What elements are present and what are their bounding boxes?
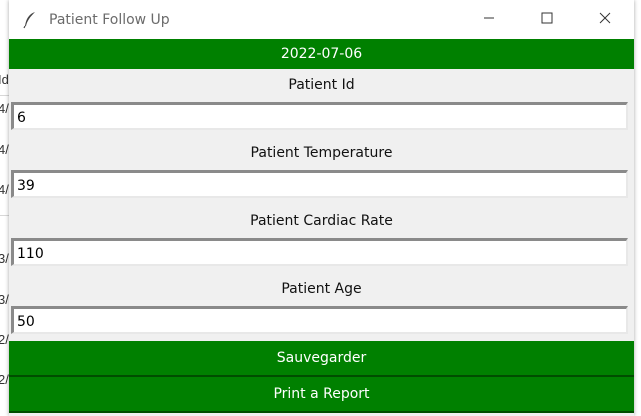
divider [0, 215, 9, 216]
background-text-fragment: 3/ [0, 251, 9, 266]
print-report-button[interactable]: Print a Report [9, 377, 634, 413]
background-text-fragment: 2/ [0, 372, 9, 387]
patient-age-input[interactable]: 50 [11, 306, 628, 334]
window-controls [460, 0, 634, 39]
title-bar[interactable]: Patient Follow Up [9, 0, 634, 39]
close-button[interactable] [576, 0, 634, 39]
minimize-button[interactable] [460, 0, 518, 39]
patient-temperature-label: Patient Temperature [9, 137, 634, 168]
background-window-edge: Id 4/ 4/ 4/ 3/ 3/ 2/ 2/ [0, 0, 9, 416]
background-text-fragment: Id [0, 72, 9, 87]
patient-temperature-input[interactable]: 39 [11, 170, 628, 198]
feather-icon [21, 11, 39, 29]
save-button[interactable]: Sauvegarder [9, 341, 634, 377]
patient-id-input[interactable]: 6 [11, 102, 628, 130]
background-text-fragment: 3/ [0, 292, 9, 307]
patient-cardiac-rate-label: Patient Cardiac Rate [9, 205, 634, 236]
patient-temperature-field-container: 39 [9, 168, 634, 205]
patient-id-label: Patient Id [9, 69, 634, 100]
background-text-fragment: 4/ [0, 142, 9, 157]
date-banner: 2022-07-06 [9, 39, 634, 69]
close-icon [599, 11, 611, 29]
background-text-fragment: 4/ [0, 182, 9, 197]
maximize-button[interactable] [518, 0, 576, 39]
patient-age-label: Patient Age [9, 273, 634, 304]
patient-id-field-container: 6 [9, 100, 634, 137]
patient-age-field-container: 50 [9, 304, 634, 341]
patient-follow-up-window: Patient Follow Up 2022-07-06 Patient Id … [9, 0, 634, 416]
background-text-fragment: 2/ [0, 332, 9, 347]
window-title: Patient Follow Up [49, 11, 170, 28]
maximize-icon [541, 11, 553, 29]
background-text-fragment: 4/ [0, 101, 9, 116]
patient-cardiac-rate-input[interactable]: 110 [11, 238, 628, 266]
minimize-icon [483, 11, 495, 29]
patient-cardiac-rate-field-container: 110 [9, 236, 634, 273]
divider [0, 95, 9, 96]
